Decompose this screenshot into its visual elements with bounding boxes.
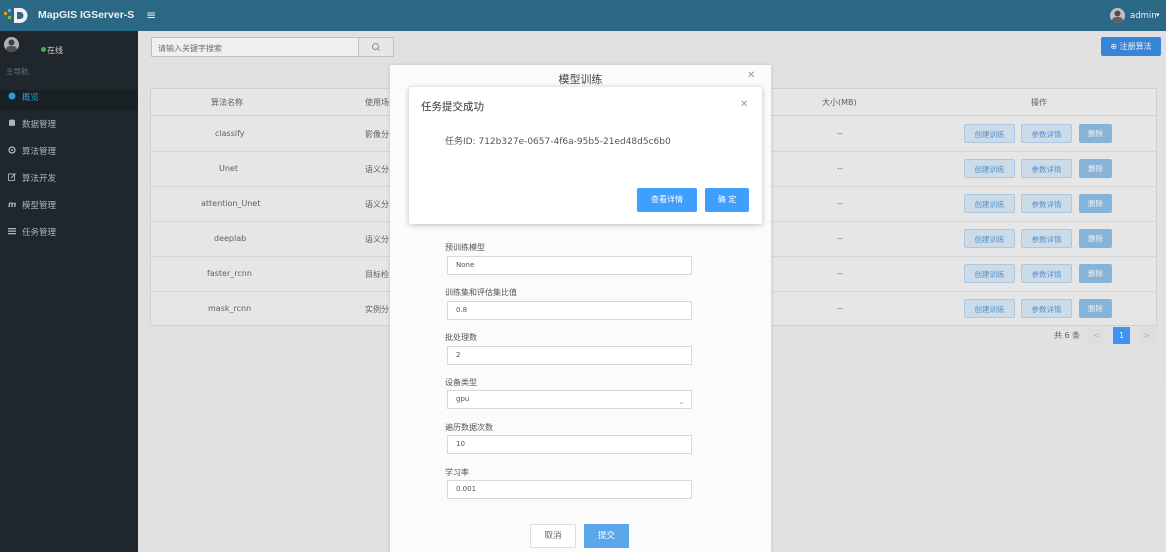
submit-button[interactable]: 提交 <box>584 524 629 548</box>
cancel-button[interactable]: 取消 <box>530 524 576 548</box>
view-details-button[interactable]: 查看详情 <box>637 188 697 212</box>
field-label-epochs: 遍历数据次数 <box>445 423 493 432</box>
field-label-learning-rate: 学习率 <box>445 468 469 477</box>
dialog-title: 任务提交成功 <box>421 101 484 113</box>
field-label-pretrained: 预训练模型 <box>445 243 485 252</box>
field-label-split-ratio: 训练集和评估集比值 <box>445 288 517 297</box>
device-type-value: gpu <box>456 395 470 403</box>
batch-size-field[interactable]: 2 <box>447 346 692 365</box>
learning-rate-field[interactable]: 0.001 <box>447 480 692 499</box>
confirm-button[interactable]: 确 定 <box>705 188 749 212</box>
split-ratio-field[interactable]: 0.8 <box>447 301 692 320</box>
field-label-device: 设备类型 <box>445 378 477 387</box>
field-label-batch-size: 批处理数 <box>445 333 477 342</box>
device-type-select[interactable]: gpu ⌄ <box>447 390 692 409</box>
close-icon[interactable]: ✕ <box>747 70 755 81</box>
success-dialog: 任务提交成功 ✕ 任务ID: 712b327e-0657-4f6a-95b5-2… <box>409 87 762 224</box>
task-id-message: 任务ID: 712b327e-0657-4f6a-95b5-21ed48d5c6… <box>445 137 671 147</box>
chevron-down-icon: ⌄ <box>678 397 685 406</box>
close-icon[interactable]: ✕ <box>740 99 748 110</box>
modal-title: 模型训练 <box>558 73 603 86</box>
pretrained-model-field[interactable]: None <box>447 256 692 275</box>
epochs-field[interactable]: 10 <box>447 435 692 454</box>
